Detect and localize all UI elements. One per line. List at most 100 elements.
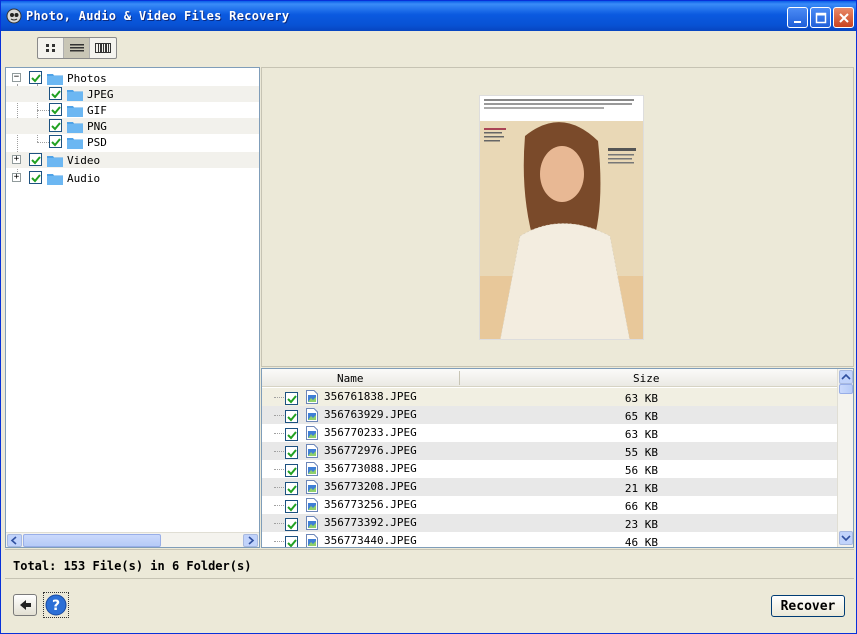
image-file-icon <box>306 534 318 547</box>
scroll-down-button[interactable] <box>839 531 853 545</box>
maximize-button[interactable] <box>810 7 831 28</box>
tree-item-label: Audio <box>67 172 101 185</box>
close-icon <box>839 13 849 23</box>
tree-item-label: Photos <box>67 72 107 85</box>
row-checkbox[interactable] <box>285 518 298 531</box>
row-checkbox[interactable] <box>285 482 298 495</box>
column-header-name[interactable]: Name <box>337 372 364 385</box>
maximize-icon <box>815 12 827 24</box>
tree-item-jpeg[interactable]: JPEG <box>6 86 259 102</box>
check-icon <box>287 413 297 422</box>
tree-item-photos[interactable]: − Photos <box>6 70 259 86</box>
scroll-left-button[interactable] <box>7 534 22 547</box>
row-connector <box>274 451 284 452</box>
chevron-down-icon <box>841 535 851 542</box>
grid-icon <box>45 44 55 52</box>
checkbox[interactable] <box>49 103 62 116</box>
table-row[interactable]: 356773256.JPEG 66 KB <box>262 496 838 514</box>
back-button[interactable] <box>13 594 37 616</box>
app-window: Photo, Audio & Video Files Recovery − Ph… <box>0 0 857 634</box>
file-name: 356773392.JPEG <box>324 516 417 529</box>
check-icon <box>287 449 297 458</box>
image-file-icon <box>306 390 318 404</box>
checkbox[interactable] <box>49 135 62 148</box>
collapse-icon[interactable]: − <box>12 73 21 82</box>
scroll-up-button[interactable] <box>839 370 853 384</box>
minimize-button[interactable] <box>787 7 808 28</box>
tree-item-psd[interactable]: PSD <box>6 134 259 150</box>
table-row[interactable]: 356772976.JPEG 55 KB <box>262 442 838 460</box>
svg-text:?: ? <box>52 598 60 614</box>
file-name: 356773208.JPEG <box>324 480 417 493</box>
table-row[interactable]: 356761838.JPEG 63 KB <box>262 388 838 406</box>
image-file-icon <box>306 444 318 458</box>
row-checkbox[interactable] <box>285 428 298 441</box>
row-connector <box>274 487 284 488</box>
window-title: Photo, Audio & Video Files Recovery <box>26 9 290 23</box>
check-icon <box>31 174 41 183</box>
folder-icon <box>47 174 63 185</box>
image-file-icon <box>306 498 318 512</box>
help-button[interactable]: ? <box>43 592 69 618</box>
status-bar: Total: 153 File(s) in 6 Folder(s) <box>5 549 854 579</box>
table-row[interactable]: 356773088.JPEG 56 KB <box>262 460 838 478</box>
file-name: 356773440.JPEG <box>324 534 417 547</box>
file-size: 55 KB <box>624 446 658 459</box>
tree-item-label: PNG <box>87 120 107 133</box>
tree-item-video[interactable]: + Video <box>6 152 259 168</box>
file-size: 23 KB <box>624 518 658 531</box>
row-checkbox[interactable] <box>285 500 298 513</box>
scroll-right-button[interactable] <box>243 534 258 547</box>
title-bar[interactable]: Photo, Audio & Video Files Recovery <box>1 1 856 31</box>
tree-item-audio[interactable]: + Audio <box>6 170 259 186</box>
expand-icon[interactable]: + <box>12 155 21 164</box>
checkbox[interactable] <box>29 153 42 166</box>
table-row[interactable]: 356770233.JPEG 63 KB <box>262 424 838 442</box>
folder-icon <box>67 122 83 133</box>
file-size: 66 KB <box>624 500 658 513</box>
list-vertical-scrollbar[interactable] <box>837 369 853 547</box>
row-checkbox[interactable] <box>285 446 298 459</box>
help-icon: ? <box>45 594 67 616</box>
expand-icon[interactable]: + <box>12 173 21 182</box>
tree-item-label: PSD <box>87 136 107 149</box>
column-header-size[interactable]: Size <box>633 372 660 385</box>
tree-item-png[interactable]: PNG <box>6 118 259 134</box>
table-row[interactable]: 356773440.JPEG 46 KB <box>262 532 838 547</box>
status-text: Total: 153 File(s) in 6 Folder(s) <box>13 559 252 573</box>
row-connector <box>274 415 284 416</box>
checkbox[interactable] <box>49 87 62 100</box>
table-row[interactable]: 356773208.JPEG 21 KB <box>262 478 838 496</box>
list-header: Name Size <box>262 369 838 387</box>
filmstrip-view-button[interactable] <box>90 38 116 58</box>
folder-icon <box>47 156 63 167</box>
row-checkbox[interactable] <box>285 464 298 477</box>
tree-horizontal-scrollbar[interactable] <box>6 532 259 547</box>
list-view-button[interactable] <box>64 38 90 58</box>
check-icon <box>287 431 297 440</box>
table-row[interactable]: 356773392.JPEG 23 KB <box>262 514 838 532</box>
recover-button[interactable]: Recover <box>771 595 845 617</box>
check-icon <box>31 74 41 83</box>
table-row[interactable]: 356763929.JPEG 65 KB <box>262 406 838 424</box>
chevron-right-icon <box>248 536 255 545</box>
scroll-thumb[interactable] <box>839 384 853 394</box>
row-connector <box>274 397 284 398</box>
check-icon <box>287 485 297 494</box>
checkbox[interactable] <box>29 71 42 84</box>
checkbox[interactable] <box>49 119 62 132</box>
chevron-left-icon <box>10 536 17 545</box>
scroll-thumb[interactable] <box>23 534 161 547</box>
tree-item-label: GIF <box>87 104 107 117</box>
tree-item-gif[interactable]: GIF <box>6 102 259 118</box>
row-checkbox[interactable] <box>285 392 298 405</box>
close-button[interactable] <box>833 7 854 28</box>
checkbox[interactable] <box>29 171 42 184</box>
photo-thumbnail <box>480 96 643 339</box>
row-checkbox[interactable] <box>285 410 298 423</box>
column-separator[interactable] <box>459 371 460 385</box>
row-checkbox[interactable] <box>285 536 298 547</box>
image-file-icon <box>306 462 318 476</box>
file-name: 356773088.JPEG <box>324 462 417 475</box>
thumbnail-view-button[interactable] <box>38 38 64 58</box>
